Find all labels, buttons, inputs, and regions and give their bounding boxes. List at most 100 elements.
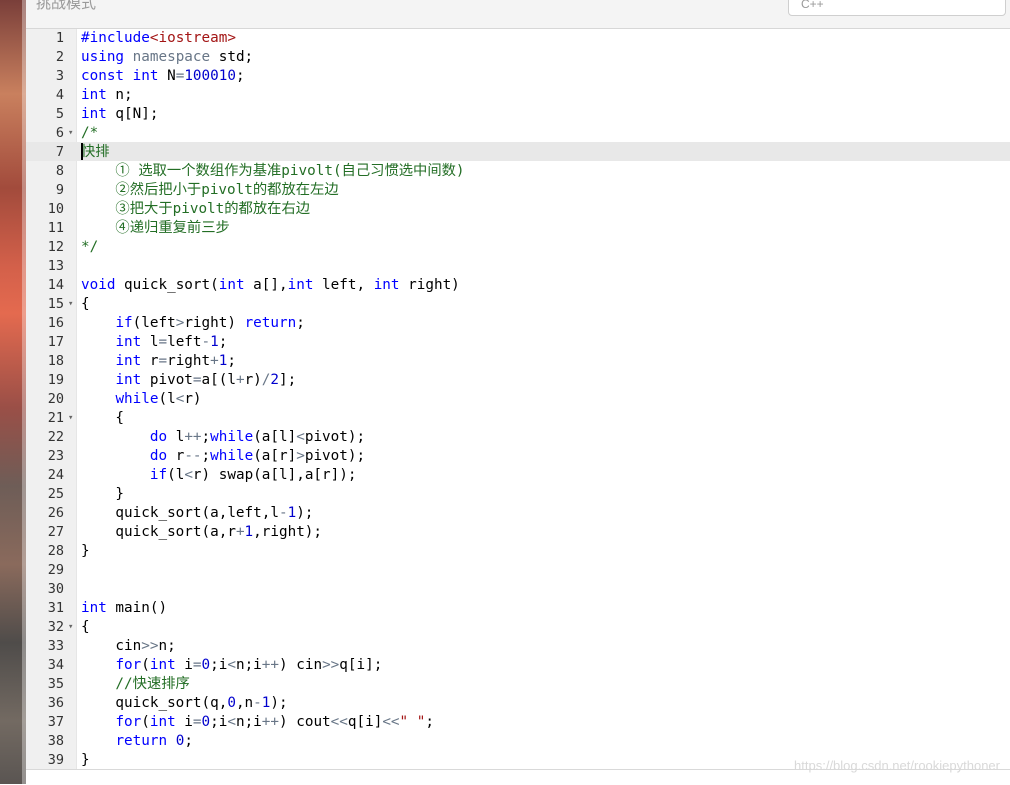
language-select[interactable]: C++ [788,0,1006,16]
code-line[interactable]: 1 #include<iostream> [26,29,1010,48]
code-token: for [115,714,142,730]
code-line[interactable]: 19 int pivot=a[(l+r)/2]; [26,371,1010,390]
code-line[interactable]: 26 quick_sort(a,left,l-1); [26,504,1010,523]
code-line[interactable]: 31 int main() [26,599,1010,618]
code-line[interactable]: 6 ▾ /* [26,124,1010,143]
code-text: quick_sort(a,left,l-1); [81,504,313,523]
code-token: ,right); [253,524,323,540]
line-number: 30 [47,581,64,597]
code-line[interactable]: 14 void quick_sort(int a[],int left, int … [26,276,1010,295]
code-line[interactable]: 15 ▾ { [26,295,1010,314]
code-token: q[N]; [106,106,159,122]
line-number: 25 [47,486,64,502]
line-number: 21 [47,410,64,426]
code-token: #include [81,30,150,46]
code-token: cin [81,638,142,654]
code-token: = [158,353,168,369]
line-number: 37 [47,714,64,730]
code-line[interactable]: 33 cin>>n; [26,637,1010,656]
code-token: int [132,68,159,84]
line-number: 4 [55,87,64,103]
code-line[interactable]: 10 ③把大于pivolt的都放在右边 [26,200,1010,219]
code-line[interactable]: 8 ① 选取一个数组作为基准pivolt(自己习惯选中间数) [26,162,1010,181]
code-line[interactable]: 34 for(int i=0;i<n;i++) cin>>q[i]; [26,656,1010,675]
code-token: int [81,600,107,616]
code-text: if(left>right) return; [81,314,305,333]
code-text: int main() [81,599,167,618]
code-token: ; [296,315,305,331]
code-line[interactable]: 22 do l++;while(a[l]<pivot); [26,428,1010,447]
code-token: ;i [210,714,228,730]
code-line[interactable]: 27 quick_sort(a,r+1,right); [26,523,1010,542]
code-line[interactable]: 9 ②然后把小于pivolt的都放在左边 [26,181,1010,200]
code-token: ; [235,68,245,84]
line-number: 9 [55,182,64,198]
code-token: = [192,657,202,673]
code-text: quick_sort(a,r+1,right); [81,523,322,542]
code-token: = [192,714,202,730]
fold-toggle-icon[interactable]: ▾ [68,618,76,637]
code-line[interactable]: 25 } [26,485,1010,504]
line-number: 23 [47,448,64,464]
code-line[interactable]: 13 [26,257,1010,276]
code-line[interactable]: 11 ④递归重复前三步 [26,219,1010,238]
code-line[interactable]: 4 int n; [26,86,1010,105]
line-number: 24 [47,467,64,483]
fold-toggle-icon[interactable]: ▾ [68,409,76,428]
code-token: a[], [244,277,288,293]
code-text: } [81,485,124,504]
code-token: + [235,524,245,540]
code-token: ++ [184,429,202,445]
code-token: - [253,695,262,711]
code-token: l [141,334,159,350]
code-text: cin>>n; [81,637,175,656]
code-line[interactable]: 3 const int N=100010; [26,67,1010,86]
code-line[interactable]: 37 for(int i=0;i<n;i++) cout<<q[i]<<" "; [26,713,1010,732]
code-line[interactable]: 29 [26,561,1010,580]
code-token: 0 [227,695,236,711]
editor-header: 挑战模式 C++ [26,0,1010,29]
code-line[interactable]: 20 while(l<r) [26,390,1010,409]
code-text: 快排 [81,143,110,162]
code-line[interactable]: 24 if(l<r) swap(a[l],a[r]); [26,466,1010,485]
code-line[interactable]: 12 */ [26,238,1010,257]
code-token: << [382,714,400,730]
code-editor[interactable]: 1 #include<iostream> 2 using namespace std;… [26,29,1010,769]
code-token: int [115,334,142,350]
code-line[interactable]: 32 ▾ { [26,618,1010,637]
code-line[interactable]: 28} [26,542,1010,561]
code-line[interactable]: 2 using namespace std; [26,48,1010,67]
code-token: ); [270,695,288,711]
code-line[interactable]: 35 //快速排序 [26,675,1010,694]
fold-toggle-icon[interactable]: ▾ [68,295,76,314]
code-token: -- [184,448,202,464]
code-line[interactable]: 7 快排 [26,143,1010,162]
fold-toggle-icon[interactable]: ▾ [68,124,76,143]
code-line[interactable]: 23 do r--;while(a[r]>pivot); [26,447,1010,466]
code-token: r) [184,391,202,407]
code-line[interactable]: 17 int l=left-1; [26,333,1010,352]
code-token: quick_sort(a,r [81,524,236,540]
code-token: return [244,315,297,331]
code-token: + [235,372,245,388]
code-line[interactable]: 38 return 0; [26,732,1010,751]
code-token: ; [227,353,236,369]
code-text: return 0; [81,732,193,751]
code-line[interactable]: 30 [26,580,1010,599]
code-token: ; [184,733,193,749]
code-token: left, [313,277,374,293]
code-line[interactable]: 21 ▾ { [26,409,1010,428]
code-token: int [115,353,142,369]
code-token: < [184,467,193,483]
line-number: 18 [47,353,64,369]
code-line[interactable]: 5 int q[N]; [26,105,1010,124]
code-text: int pivot=a[(l+r)/2]; [81,371,296,390]
code-line[interactable]: 16 if(left>right) return; [26,314,1010,333]
code-token: int [287,277,314,293]
code-line[interactable]: 18 int r=right+1; [26,352,1010,371]
code-line[interactable]: 36 quick_sort(q,0,n-1); [26,694,1010,713]
code-token: a[(l [201,372,236,388]
code-text: { [81,409,124,428]
